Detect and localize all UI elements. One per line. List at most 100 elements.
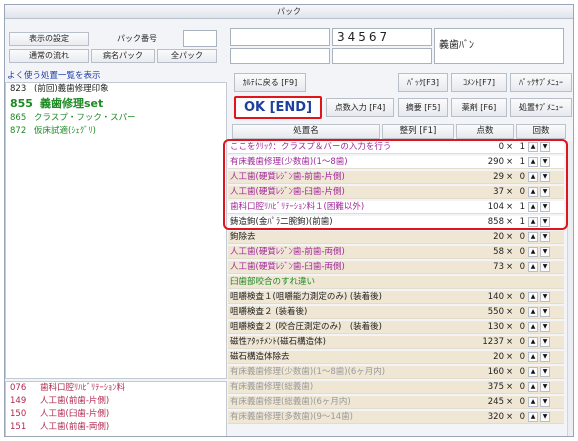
procedure-count[interactable]: 0 [515, 366, 525, 378]
procedure-count[interactable]: 1 [515, 216, 525, 228]
procedure-count[interactable]: 1 [515, 201, 525, 213]
favorites-heading[interactable]: よく使う処置一覧を表示 [7, 69, 101, 81]
increment-arrow-icon[interactable]: ▲ [528, 322, 538, 332]
points-input-button[interactable]: 点数入力 [F4] [326, 98, 394, 117]
decrement-arrow-icon[interactable]: ▼ [540, 382, 550, 392]
decrement-arrow-icon[interactable]: ▼ [540, 367, 550, 377]
decrement-arrow-icon[interactable]: ▼ [540, 337, 550, 347]
table-row[interactable]: 有床義歯修理(少数歯)(1～8歯) 290 × 1 ▲ ▼ [228, 156, 564, 169]
procedure-count[interactable]: 1 [515, 156, 525, 168]
decrement-arrow-icon[interactable]: ▼ [540, 292, 550, 302]
increment-arrow-icon[interactable]: ▲ [528, 172, 538, 182]
increment-arrow-icon[interactable]: ▲ [528, 157, 538, 167]
decrement-arrow-icon[interactable]: ▼ [540, 187, 550, 197]
procedure-count[interactable]: 0 [515, 306, 525, 318]
decrement-arrow-icon[interactable]: ▼ [540, 397, 550, 407]
procedure-count[interactable]: 0 [515, 411, 525, 423]
increment-arrow-icon[interactable]: ▲ [528, 217, 538, 227]
increment-arrow-icon[interactable]: ▲ [528, 142, 538, 152]
pack-number-input[interactable] [183, 30, 217, 47]
normal-flow-button[interactable]: 通常の流れ [9, 49, 89, 63]
decrement-arrow-icon[interactable]: ▼ [540, 307, 550, 317]
procedure-count[interactable]: 0 [515, 246, 525, 258]
title-field[interactable]: 義歯ﾊﾞﾝ [434, 28, 564, 64]
pack-f3-button[interactable]: ﾊﾟｯｸ[F3] [398, 73, 448, 92]
table-row[interactable]: 磁石構造体除去 20 × 0 ▲ ▼ [228, 351, 564, 364]
procedure-count[interactable]: 0 [515, 186, 525, 198]
drug-f6-button[interactable]: 薬剤 [F6] [451, 98, 507, 117]
decrement-arrow-icon[interactable]: ▼ [540, 217, 550, 227]
procedure-count[interactable]: 0 [515, 381, 525, 393]
increment-arrow-icon[interactable]: ▲ [528, 307, 538, 317]
table-row[interactable]: 人工歯(硬質ﾚｼﾞﾝ歯-前歯-片側) 29 × 0 ▲ ▼ [228, 171, 564, 184]
list-item[interactable]: 151 人工歯(前歯-両側) [6, 421, 226, 434]
disease-pack-button[interactable]: 病名パック [91, 49, 155, 63]
top-field-4[interactable] [332, 48, 432, 64]
list-item[interactable]: 823 (前回)義歯修理印象 [6, 83, 226, 96]
increment-arrow-icon[interactable]: ▲ [528, 247, 538, 257]
procedure-count[interactable]: 0 [515, 396, 525, 408]
increment-arrow-icon[interactable]: ▲ [528, 367, 538, 377]
decrement-arrow-icon[interactable]: ▼ [540, 157, 550, 167]
increment-arrow-icon[interactable]: ▲ [528, 397, 538, 407]
column-points[interactable]: 点数 [456, 124, 514, 139]
list-item[interactable]: 865 クラスプ・フック・スパー [6, 112, 226, 125]
top-field-1[interactable] [230, 28, 330, 46]
table-row[interactable]: 有床義歯修理(少数歯)(1～8歯)(6ヶ月内) 160 × 0 ▲ ▼ [228, 366, 564, 379]
increment-arrow-icon[interactable]: ▲ [528, 337, 538, 347]
table-row[interactable]: 歯科口腔ﾘﾊﾋﾞﾘﾃｰｼｮﾝ料１(困難以外) 104 × 1 ▲ ▼ [228, 201, 564, 214]
column-name[interactable]: 処置名 [232, 124, 380, 139]
table-scrollbar[interactable] [567, 141, 573, 436]
pack-submenu-button[interactable]: ﾊﾟｯｸｻﾌﾞﾒﾆｭｰ [510, 73, 572, 92]
sort-f1-button[interactable]: 整列 [F1] [382, 124, 454, 139]
decrement-arrow-icon[interactable]: ▼ [540, 262, 550, 272]
summary-f5-button[interactable]: 摘要 [F5] [398, 98, 448, 117]
top-field-3[interactable] [230, 48, 330, 64]
list-item[interactable]: 149 人工歯(前歯-片側) [6, 395, 226, 408]
decrement-arrow-icon[interactable]: ▼ [540, 412, 550, 422]
increment-arrow-icon[interactable]: ▲ [528, 232, 538, 242]
procedure-count[interactable]: 0 [515, 321, 525, 333]
column-count[interactable]: 回数 [516, 124, 566, 139]
ok-end-button[interactable]: OK [END] [234, 96, 322, 119]
table-row[interactable]: 有床義歯修理(総義歯)(6ヶ月内) 245 × 0 ▲ ▼ [228, 396, 564, 409]
increment-arrow-icon[interactable]: ▲ [528, 412, 538, 422]
top-field-2[interactable]: 34567 [332, 28, 432, 46]
increment-arrow-icon[interactable]: ▲ [528, 187, 538, 197]
decrement-arrow-icon[interactable]: ▼ [540, 172, 550, 182]
increment-arrow-icon[interactable]: ▲ [528, 382, 538, 392]
table-row[interactable]: 有床義歯修理(総義歯) 375 × 0 ▲ ▼ [228, 381, 564, 394]
list-item[interactable]: 076 歯科口腔ﾘﾊﾋﾞﾘﾃｰｼｮﾝ料 [6, 382, 226, 395]
procedure-count[interactable]: 1 [515, 141, 525, 153]
increment-arrow-icon[interactable]: ▲ [528, 352, 538, 362]
decrement-arrow-icon[interactable]: ▼ [540, 322, 550, 332]
decrement-arrow-icon[interactable]: ▼ [540, 232, 550, 242]
comment-f7-button[interactable]: ｺﾒﾝﾄ[F7] [451, 73, 507, 92]
procedure-submenu-button[interactable]: 処置ｻﾌﾞﾒﾆｭｰ [510, 98, 572, 117]
procedure-count[interactable]: 0 [515, 336, 525, 348]
list-item-selected[interactable]: 855 義歯修理set [6, 96, 226, 112]
procedure-count[interactable]: 0 [515, 231, 525, 243]
display-settings-button[interactable]: 表示の設定 [9, 32, 89, 46]
table-row[interactable]: 鋳造鉤(金ﾊﾟﾗ二腕鉤)(前歯) 858 × 1 ▲ ▼ [228, 216, 564, 229]
increment-arrow-icon[interactable]: ▲ [528, 262, 538, 272]
list-item[interactable]: 150 人工歯(臼歯-片側) [6, 408, 226, 421]
decrement-arrow-icon[interactable]: ▼ [540, 142, 550, 152]
decrement-arrow-icon[interactable]: ▼ [540, 202, 550, 212]
table-row[interactable]: 咀嚼検査２ (装着後) 550 × 0 ▲ ▼ [228, 306, 564, 319]
table-row[interactable]: 人工歯(硬質ﾚｼﾞﾝ歯-臼歯-片側) 37 × 0 ▲ ▼ [228, 186, 564, 199]
table-row[interactable]: 有床義歯修理(多数歯)(9～14歯) 320 × 0 ▲ ▼ [228, 411, 564, 424]
list-item[interactable]: 872 仮床試適(ｼｪｸﾞﾘ) [6, 125, 226, 138]
table-row[interactable]: 咀嚼検査２ (咬合圧測定のみ) (装着後) 130 × 0 ▲ ▼ [228, 321, 564, 334]
procedure-count[interactable]: 0 [515, 291, 525, 303]
increment-arrow-icon[interactable]: ▲ [528, 202, 538, 212]
decrement-arrow-icon[interactable]: ▼ [540, 352, 550, 362]
table-row[interactable]: ここをｸﾘｯｸ：クラスプ＆バーの入力を行う 0 × 1 ▲ ▼ [228, 141, 564, 154]
table-row[interactable]: 人工歯(硬質ﾚｼﾞﾝ歯-臼歯-両側) 73 × 0 ▲ ▼ [228, 261, 564, 274]
procedure-count[interactable]: 0 [515, 351, 525, 363]
table-row[interactable]: 磁性ｱﾀｯﾁﾒﾝﾄ(磁石構造体) 1237 × 0 ▲ ▼ [228, 336, 564, 349]
all-pack-button[interactable]: 全パック [157, 49, 217, 63]
increment-arrow-icon[interactable]: ▲ [528, 292, 538, 302]
procedure-count[interactable]: 0 [515, 261, 525, 273]
procedure-count[interactable]: 0 [515, 171, 525, 183]
